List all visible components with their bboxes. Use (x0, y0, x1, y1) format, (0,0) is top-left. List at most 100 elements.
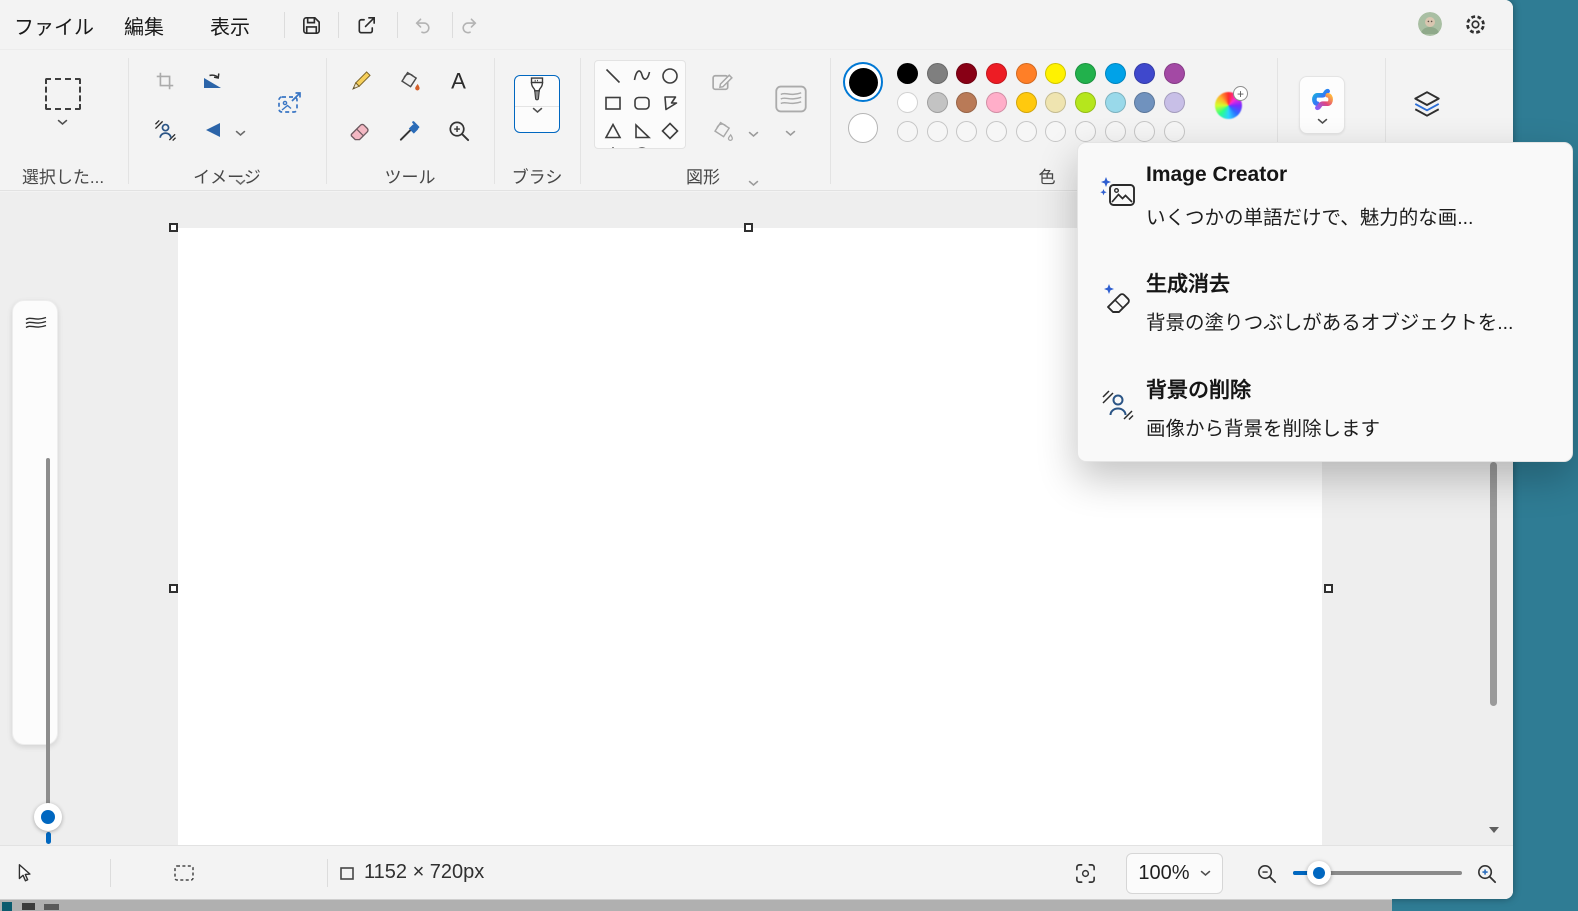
resize-handle-top-left[interactable] (169, 223, 178, 232)
magnifier-tool-button[interactable] (445, 117, 471, 143)
outline-chevron-icon[interactable] (748, 131, 759, 138)
crop-button[interactable] (152, 68, 178, 94)
rotate-button[interactable] (200, 68, 226, 94)
scrollbar-down-arrow[interactable] (1489, 827, 1499, 833)
flip-button[interactable] (200, 117, 226, 143)
palette-swatch[interactable] (1045, 63, 1066, 84)
palette-swatch[interactable] (986, 63, 1007, 84)
zoom-in-button[interactable] (1474, 861, 1498, 885)
menu-edit[interactable]: 編集 (124, 0, 164, 50)
save-button[interactable] (299, 13, 323, 37)
shape-arrow-icon[interactable] (661, 146, 679, 149)
color-picker-tool-button[interactable] (396, 117, 422, 143)
resize-image-button[interactable] (274, 89, 304, 119)
palette-swatch[interactable] (927, 63, 948, 84)
divider (327, 859, 328, 887)
fill-tool-button[interactable] (396, 68, 422, 94)
outline-icon (710, 70, 735, 95)
palette-empty-slot[interactable] (956, 121, 977, 142)
thickness-slider-track[interactable] (46, 458, 50, 808)
palette-swatch[interactable] (927, 92, 948, 113)
settings-button[interactable] (1463, 12, 1487, 36)
palette-swatch[interactable] (956, 92, 977, 113)
shape-right-triangle-icon[interactable] (633, 122, 651, 140)
palette-swatch[interactable] (1105, 92, 1126, 113)
menu-view[interactable]: 表示 (210, 0, 250, 50)
thickness-slider-thumb[interactable] (34, 803, 62, 831)
color1-selected-swatch[interactable] (843, 62, 883, 102)
remove-background-button[interactable] (152, 117, 178, 143)
resize-image-icon (275, 90, 303, 118)
menu-file[interactable]: ファイル (14, 0, 94, 50)
palette-empty-slot[interactable] (1105, 121, 1126, 142)
undo-button[interactable] (409, 13, 433, 37)
fit-to-screen-button[interactable] (1073, 861, 1097, 885)
palette-swatch[interactable] (1164, 92, 1185, 113)
palette-swatch[interactable] (897, 92, 918, 113)
zoom-slider-thumb[interactable] (1307, 861, 1331, 885)
palette-swatch[interactable] (1134, 92, 1155, 113)
resize-handle-middle-left[interactable] (169, 584, 178, 593)
resize-handle-middle-right[interactable] (1324, 584, 1333, 593)
brush-icon (526, 76, 548, 102)
canvas-size-text: 1152 × 720px (364, 861, 484, 884)
zoom-out-icon (1255, 862, 1278, 885)
palette-empty-slot[interactable] (1016, 121, 1037, 142)
resize-handle-top-center[interactable] (744, 223, 753, 232)
palette-swatch[interactable] (1164, 63, 1185, 84)
palette-empty-slot[interactable] (1045, 121, 1066, 142)
palette-empty-slot[interactable] (1134, 121, 1155, 142)
shape-polygon-icon[interactable] (661, 94, 679, 112)
zoom-level-dropdown[interactable]: 100% (1126, 853, 1223, 894)
rotate-chevron-icon[interactable] (235, 130, 246, 137)
shape-curve-icon[interactable] (633, 67, 651, 85)
copilot-button[interactable] (1299, 76, 1345, 134)
redo-button[interactable] (458, 13, 482, 37)
menu-item-generative-erase[interactable]: 生成消去 背景の塗りつぶしがあるオブジェクトを... (1078, 268, 1572, 368)
color2-swatch[interactable] (848, 113, 878, 143)
generative-erase-icon (1100, 280, 1136, 316)
text-tool-button[interactable]: A (445, 68, 471, 94)
palette-swatch[interactable] (1045, 92, 1066, 113)
stroke-size-chevron-icon[interactable] (785, 130, 796, 137)
image-section-label: イメージ (167, 163, 287, 188)
shape-triangle-icon[interactable] (604, 122, 622, 140)
shape-diamond-icon[interactable] (661, 122, 679, 140)
palette-empty-slot[interactable] (897, 121, 918, 142)
palette-swatch[interactable] (897, 63, 918, 84)
menu-item-remove-background[interactable]: 背景の削除 画像から背景を削除します (1078, 374, 1572, 474)
shape-ellipse-icon[interactable] (661, 67, 679, 85)
account-avatar[interactable] (1418, 12, 1442, 36)
palette-empty-slot[interactable] (986, 121, 1007, 142)
shape-outline-button[interactable] (709, 69, 735, 95)
palette-swatch[interactable] (1075, 92, 1096, 113)
shape-rectangle-icon[interactable] (604, 94, 622, 112)
shapes-gallery[interactable] (594, 60, 686, 149)
palette-swatch[interactable] (986, 92, 1007, 113)
shape-rounded-rectangle-icon[interactable] (633, 94, 651, 112)
palette-swatch[interactable] (1016, 92, 1037, 113)
stroke-size-button[interactable] (773, 83, 809, 115)
vertical-scrollbar-thumb[interactable] (1490, 462, 1497, 706)
palette-swatch[interactable] (1016, 63, 1037, 84)
menu-item-image-creator[interactable]: Image Creator いくつかの単語だけで、魅力的な画... (1078, 163, 1572, 263)
shape-chevron-icon[interactable] (604, 146, 622, 149)
rotate-icon (201, 69, 225, 93)
stroke-size-icon (774, 84, 808, 114)
shape-fill-button[interactable] (709, 118, 735, 144)
palette-empty-slot[interactable] (1164, 121, 1185, 142)
palette-swatch[interactable] (1105, 63, 1126, 84)
shape-arc-icon[interactable] (633, 146, 651, 149)
layers-button[interactable] (1410, 89, 1444, 121)
shape-line-icon[interactable] (604, 67, 622, 85)
palette-swatch[interactable] (1134, 63, 1155, 84)
palette-empty-slot[interactable] (1075, 121, 1096, 142)
brushes-button[interactable] (514, 75, 560, 133)
palette-swatch[interactable] (956, 63, 977, 84)
share-button[interactable] (354, 13, 378, 37)
palette-empty-slot[interactable] (927, 121, 948, 142)
palette-swatch[interactable] (1075, 63, 1096, 84)
pencil-tool-button[interactable] (347, 68, 373, 94)
zoom-out-button[interactable] (1254, 861, 1278, 885)
eraser-tool-button[interactable] (347, 117, 373, 143)
